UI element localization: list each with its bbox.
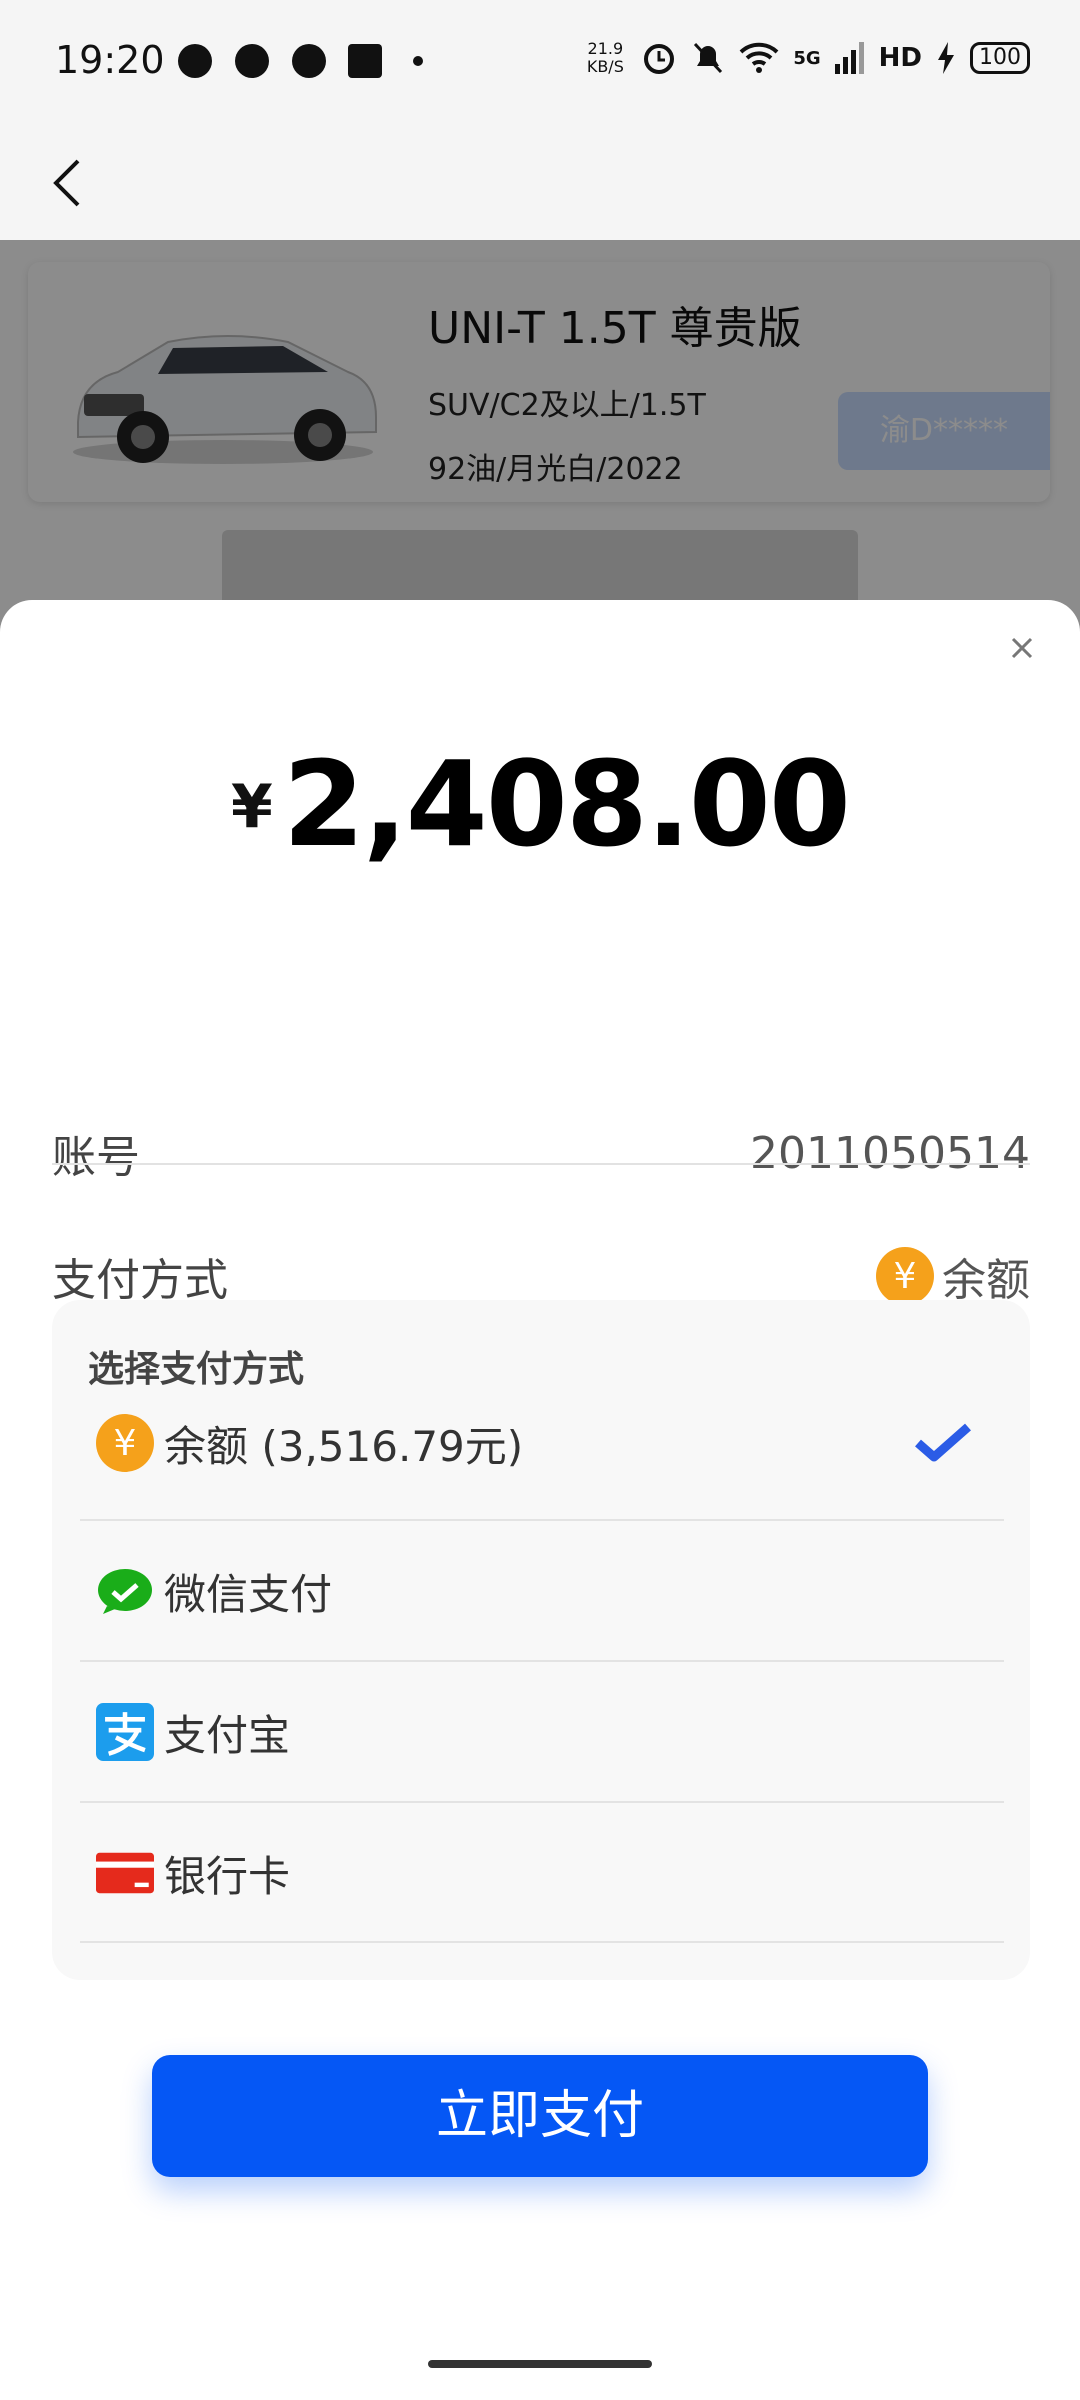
currency-symbol: ¥ — [230, 772, 273, 842]
wechat-icon — [96, 1562, 154, 1620]
payment-amount: ¥2,408.00 — [0, 735, 1080, 873]
chevron-left-icon[interactable] — [40, 153, 100, 213]
hd-indicator: HD — [878, 43, 922, 73]
payment-sheet: ¥2,408.00 账号 2011050514 支付方式 ¥ 余额 选择支付方式… — [0, 600, 1080, 2400]
option-balance[interactable]: ¥ 余额 (3,516.79元) — [80, 1373, 1004, 1513]
battery-level: 100 — [970, 42, 1030, 74]
status-indicators: 21.9 KB/S 5G HD 100 — [583, 40, 1030, 76]
checkmark-icon — [915, 1423, 971, 1462]
nav-bar — [0, 125, 1080, 240]
pay-now-button[interactable]: 立即支付 — [152, 2055, 928, 2177]
close-icon[interactable] — [1004, 630, 1040, 666]
bank-card-icon — [96, 1844, 154, 1902]
balance-coin-icon: ¥ — [876, 1247, 934, 1305]
signal-icon — [834, 42, 864, 74]
net-speed: 21.9 KB/S — [586, 39, 624, 76]
option-wechat[interactable]: 微信支付 — [80, 1521, 1004, 1661]
option-balance-label: 余额 (3,516.79元) — [164, 1421, 524, 1471]
option-bank-card-label: 银行卡 — [164, 1851, 291, 1901]
mute-bell-icon — [694, 42, 723, 74]
method-value: ¥ 余额 — [876, 1244, 1030, 1308]
method-label: 支付方式 — [52, 1255, 228, 1306]
account-label: 账号 — [52, 1132, 140, 1183]
alipay-icon — [96, 1703, 154, 1761]
balance-coin-icon: ¥ — [96, 1414, 154, 1472]
payment-options-panel: 选择支付方式 ¥ 余额 (3,516.79元) 微信支付 支付宝 银行卡 — [52, 1300, 1030, 1980]
alarm-icon — [644, 44, 675, 74]
news-app-icon — [348, 44, 382, 78]
account-value: 2011050514 — [750, 1127, 1030, 1179]
chat-icon — [292, 44, 326, 78]
amount-value: 2,408.00 — [282, 735, 851, 873]
account-row: 账号 2011050514 — [52, 1103, 1030, 1203]
divider — [52, 1163, 1030, 1165]
home-indicator[interactable] — [428, 2360, 652, 2368]
more-notifications-dot — [413, 56, 423, 66]
network-type: 5G — [793, 47, 821, 69]
divider — [80, 1941, 1004, 1943]
option-alipay[interactable]: 支付宝 — [80, 1662, 1004, 1802]
option-wechat-label: 微信支付 — [164, 1569, 333, 1619]
method-value-label: 余额 — [942, 1255, 1030, 1306]
status-bar: 19:20 21.9 KB/S 5G HD 100 — [0, 0, 1080, 125]
option-alipay-label: 支付宝 — [164, 1710, 291, 1760]
option-bank-card[interactable]: 银行卡 — [80, 1803, 1004, 1943]
message-icon — [235, 44, 269, 78]
wifi-icon — [739, 42, 779, 73]
charging-icon — [938, 42, 954, 74]
status-time: 19:20 — [55, 38, 165, 82]
notification-icon — [178, 44, 212, 78]
